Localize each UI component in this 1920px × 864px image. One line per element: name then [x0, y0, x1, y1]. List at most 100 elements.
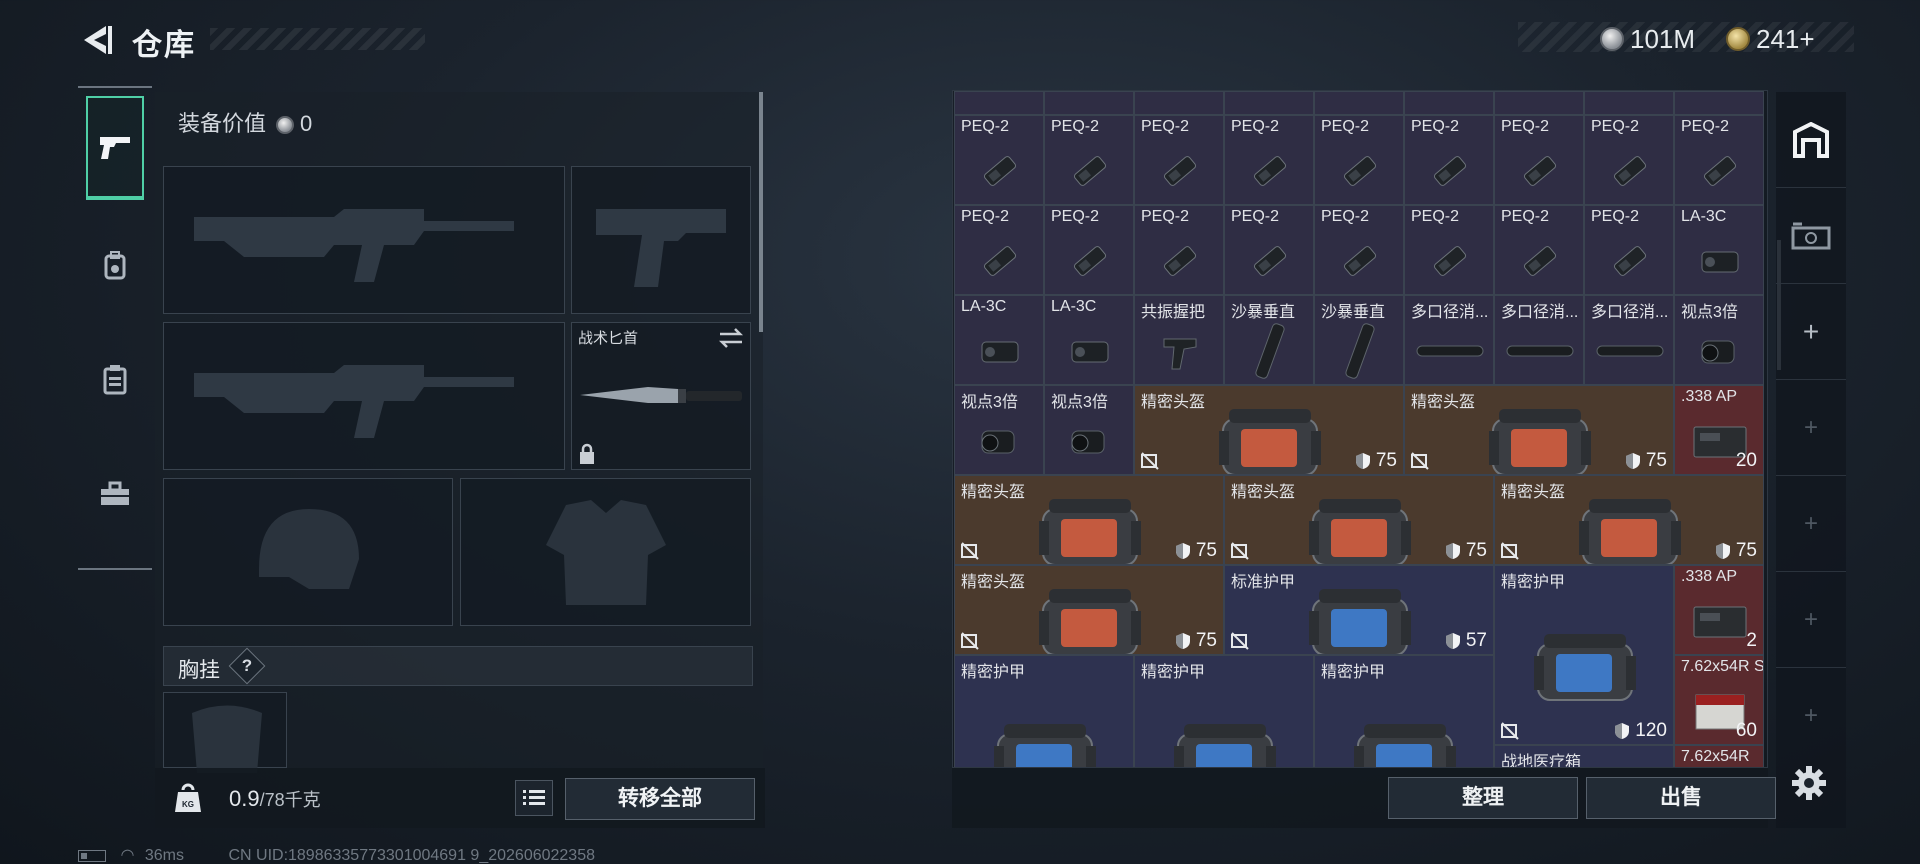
sidearm-slot[interactable]	[571, 166, 751, 314]
inventory-item[interactable]: 多口径消...	[1404, 295, 1494, 385]
inventory-item[interactable]: PEQ-2	[1584, 115, 1674, 205]
inventory-item[interactable]: PEQ-2	[1224, 205, 1314, 295]
armor-case-icon	[1309, 589, 1411, 654]
inventory-item[interactable]: 视点3倍	[1044, 385, 1134, 475]
inventory-item[interactable]: 精密头盔 75	[954, 475, 1224, 565]
inventory-item[interactable]: 共振握把	[1134, 295, 1224, 385]
primary-weapon-slot[interactable]	[163, 166, 565, 314]
transfer-all-button[interactable]: 转移全部	[565, 778, 755, 820]
inventory-item[interactable]: 精密头盔 75	[954, 565, 1224, 655]
peq-laser-icon	[1343, 246, 1377, 276]
inventory-item[interactable]: PEQ-2	[1494, 115, 1584, 205]
sort-button[interactable]: 整理	[1388, 777, 1578, 819]
inventory-item[interactable]: PEQ-2	[1584, 205, 1674, 295]
add-storage-button[interactable]: +	[1776, 284, 1846, 380]
inventory-item[interactable]: 精密护甲	[1314, 655, 1494, 767]
inventory-item[interactable]: PEQ-2	[1044, 205, 1134, 295]
inventory-item[interactable]: PEQ-2	[1224, 115, 1314, 205]
armor-slot[interactable]	[460, 478, 751, 626]
item-name: LA-3C	[1681, 208, 1727, 225]
inventory-item[interactable]: PEQ-2	[1314, 205, 1404, 295]
secondary-weapon-slot[interactable]	[163, 322, 565, 470]
inventory-item[interactable]: 精密护甲	[954, 655, 1134, 767]
tab-vest[interactable]	[86, 328, 144, 432]
item-name: PEQ-2	[1321, 118, 1370, 135]
vertical-grip-icon	[1345, 323, 1375, 379]
inventory-item[interactable]: PEQ-2	[954, 115, 1044, 205]
inventory-item[interactable]: PEQ-2	[1134, 115, 1224, 205]
inventory-item-partial[interactable]	[1494, 91, 1584, 115]
helmet-slot[interactable]	[163, 478, 453, 626]
inventory-grid[interactable]: PEQ-2 PEQ-2 PEQ-2 PEQ-2 PEQ-2 PEQ-2 PEQ-2 PEQ-2…	[952, 90, 1768, 768]
tab-weapons[interactable]	[86, 96, 144, 200]
inventory-item[interactable]: 7.62x54R	[1674, 745, 1764, 767]
inventory-item[interactable]: 多口径消...	[1494, 295, 1584, 385]
inventory-item[interactable]: PEQ-2	[1044, 115, 1134, 205]
inventory-item[interactable]: 精密头盔 75	[1494, 475, 1764, 565]
inventory-item-partial[interactable]	[1584, 91, 1674, 115]
item-name: 精密头盔	[1141, 394, 1206, 411]
help-icon[interactable]: ?	[228, 647, 266, 685]
inventory-item[interactable]: 精密护甲	[1134, 655, 1314, 767]
inventory-item[interactable]: 7.62x54R SNB 60	[1674, 655, 1764, 745]
inventory-item[interactable]: 多口径消...	[1584, 295, 1674, 385]
inventory-item[interactable]: 视点3倍	[954, 385, 1044, 475]
inventory-item[interactable]: PEQ-2	[1404, 115, 1494, 205]
inventory-item-partial[interactable]	[1674, 91, 1764, 115]
add-storage-button[interactable]: +	[1776, 668, 1846, 764]
inventory-item[interactable]: 精密护甲 120	[1494, 565, 1674, 745]
inventory-item[interactable]: PEQ-2	[954, 205, 1044, 295]
inventory-item[interactable]: PEQ-2	[1134, 205, 1224, 295]
gold-currency[interactable]: 241+	[1726, 22, 1815, 55]
storage-tab-2[interactable]	[1776, 188, 1846, 284]
plus-icon: +	[1802, 315, 1820, 347]
peq-laser-icon	[1163, 156, 1197, 186]
inventory-item-partial[interactable]	[1314, 91, 1404, 115]
tab-toolbox[interactable]	[86, 442, 144, 546]
knife-slot[interactable]: 战术匕首	[571, 322, 751, 470]
chest-rig-slot[interactable]	[163, 692, 287, 773]
inventory-item[interactable]: .338 AP 2	[1674, 565, 1764, 655]
inventory-item[interactable]: PEQ-2	[1494, 205, 1584, 295]
inventory-item[interactable]: 战地医疗箱	[1494, 745, 1674, 767]
no-insure-icon	[961, 632, 979, 650]
swap-icon[interactable]	[718, 327, 744, 349]
tab-backpack[interactable]	[86, 214, 144, 318]
lock-icon	[580, 443, 594, 464]
add-storage-button[interactable]: +	[1776, 572, 1846, 668]
vest-icon	[103, 365, 127, 395]
inventory-item[interactable]: LA-3C	[954, 295, 1044, 385]
inventory-item-partial[interactable]	[1404, 91, 1494, 115]
inventory-item[interactable]: LA-3C	[1044, 295, 1134, 385]
inventory-item[interactable]: PEQ-2	[1314, 115, 1404, 205]
add-storage-button[interactable]: +	[1776, 476, 1846, 572]
inventory-item-partial[interactable]	[1044, 91, 1134, 115]
durability-shield-icon	[1445, 633, 1460, 649]
inventory-item-partial[interactable]	[1134, 91, 1224, 115]
warehouse-tab[interactable]	[1776, 92, 1846, 188]
inventory-item-partial[interactable]	[954, 91, 1044, 115]
inventory-item[interactable]: 沙暴垂直	[1314, 295, 1404, 385]
inventory-item-partial[interactable]	[1224, 91, 1314, 115]
inventory-item[interactable]: PEQ-2	[1404, 205, 1494, 295]
rifle-silhouette-icon	[194, 365, 514, 438]
inventory-item[interactable]: 标准护甲 57	[1224, 565, 1494, 655]
inventory-item[interactable]: 视点3倍	[1674, 295, 1764, 385]
inventory-item[interactable]: 沙暴垂直	[1224, 295, 1314, 385]
inventory-item[interactable]: LA-3C	[1674, 205, 1764, 295]
equipment-scrollbar[interactable]	[759, 92, 763, 332]
armor-case-icon	[1534, 634, 1636, 701]
no-insure-icon	[961, 542, 979, 560]
inventory-item[interactable]: 精密头盔 75	[1134, 385, 1404, 475]
back-arrow-icon[interactable]	[78, 22, 114, 58]
inventory-item[interactable]: 精密头盔 75	[1224, 475, 1494, 565]
inventory-item[interactable]: PEQ-2	[1674, 115, 1764, 205]
add-storage-button[interactable]: +	[1776, 380, 1846, 476]
status-bar: ◠ 36ms CN UID:18986335773301004691 9_202…	[78, 845, 595, 864]
settings-gear-icon[interactable]	[1790, 764, 1828, 802]
list-view-button[interactable]	[515, 780, 553, 816]
inventory-item[interactable]: .338 AP 20	[1674, 385, 1764, 475]
peq-laser-icon	[1253, 156, 1287, 186]
sell-button[interactable]: 出售	[1586, 777, 1776, 819]
inventory-item[interactable]: 精密头盔 75	[1404, 385, 1674, 475]
